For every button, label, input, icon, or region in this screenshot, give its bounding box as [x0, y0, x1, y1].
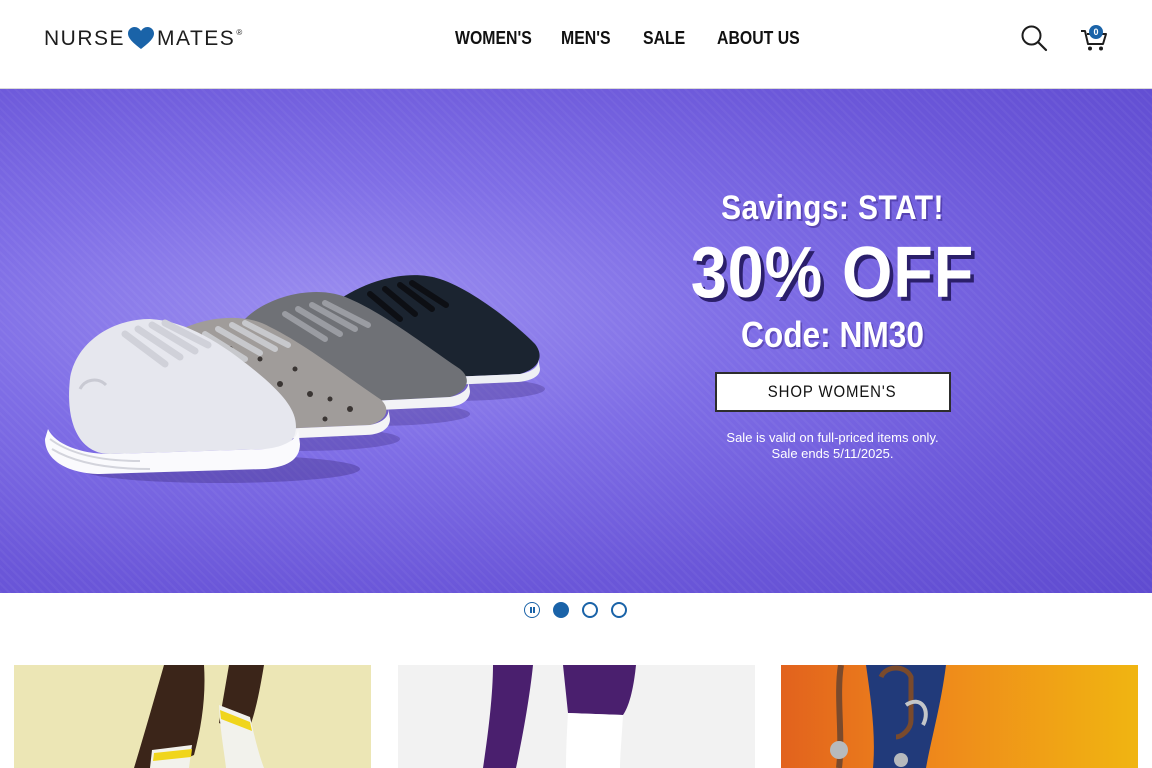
- stethoscope-image: [830, 665, 946, 768]
- cart-count-badge: 0: [1089, 25, 1103, 39]
- promo-eyebrow: Savings: STAT!: [721, 189, 944, 227]
- legs-yellow-socks-image: [134, 665, 264, 768]
- logo-text-left: NURSE: [44, 27, 126, 50]
- carousel-dot-2[interactable]: [582, 602, 598, 618]
- promo-code: Code: NM30: [740, 314, 925, 355]
- main-nav: WOMEN'S MEN'S SALE ABOUT US: [455, 28, 817, 49]
- shop-womens-button[interactable]: SHOP WOMEN'S: [714, 372, 951, 412]
- registered-mark: ®: [236, 27, 244, 37]
- category-card-2[interactable]: [398, 665, 755, 768]
- logo-text-right: MATES: [157, 27, 236, 50]
- category-card-3[interactable]: [781, 665, 1138, 768]
- heart-icon: [128, 27, 155, 49]
- shoes-image: [45, 275, 545, 483]
- carousel-dot-1[interactable]: [553, 602, 569, 618]
- nav-sale[interactable]: SALE: [643, 28, 708, 49]
- nav-mens[interactable]: MEN'S: [561, 28, 633, 49]
- promo-copy: Savings: STAT! 30% OFF Code: NM30 SHOP W…: [660, 189, 1005, 462]
- pause-icon[interactable]: [524, 602, 540, 618]
- category-card-1[interactable]: [14, 665, 371, 768]
- fine-print-line-1: Sale is valid on full-priced items only.: [726, 430, 939, 445]
- search-icon[interactable]: [1020, 24, 1048, 52]
- hero-banner[interactable]: Savings: STAT! 30% OFF Code: NM30 SHOP W…: [0, 89, 1152, 593]
- carousel-controls: [524, 602, 627, 618]
- fine-print-line-2: Sale ends 5/11/2025.: [771, 446, 894, 461]
- shop-womens-label: SHOP WOMEN'S: [768, 382, 897, 401]
- promo-headline: 30% OFF: [690, 233, 975, 313]
- brand-logo[interactable]: NURSE MATES ®: [44, 26, 244, 52]
- nav-about-us[interactable]: ABOUT US: [717, 28, 805, 49]
- promo-fine-print: Sale is valid on full-priced items only.…: [660, 430, 1005, 462]
- category-cards: [14, 665, 1139, 768]
- site-header: NURSE MATES ® WOMEN'S MEN'S SALE ABOUT U…: [0, 0, 1152, 89]
- carousel-dot-3[interactable]: [611, 602, 627, 618]
- purple-scrubs-image: [483, 665, 636, 768]
- nav-womens[interactable]: WOMEN'S: [455, 28, 548, 49]
